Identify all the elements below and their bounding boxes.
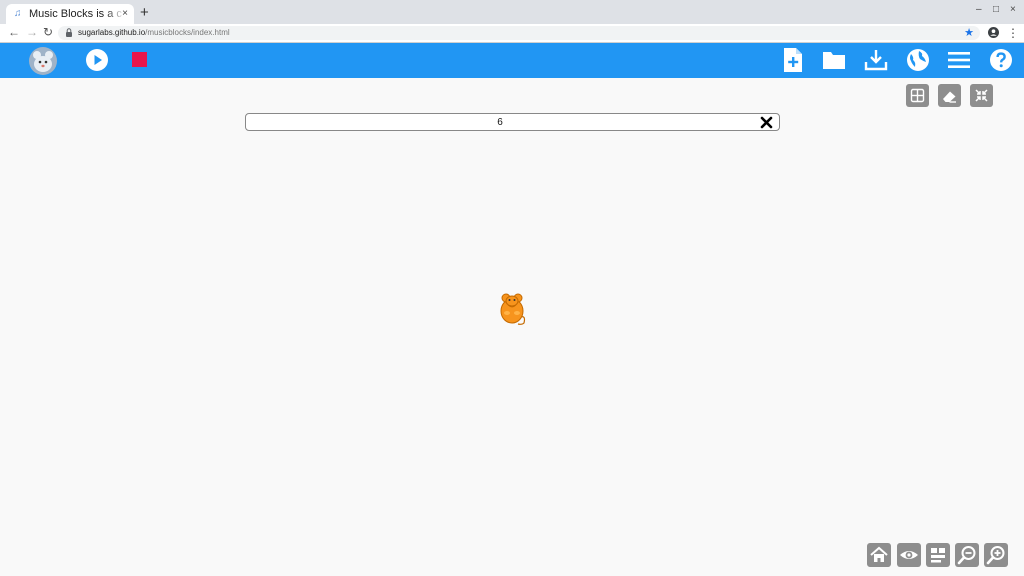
app-header	[0, 43, 1024, 78]
home-icon	[870, 546, 888, 562]
collapse-icon	[975, 89, 988, 102]
mouse-logo-icon[interactable]	[27, 46, 59, 76]
mouse-turtle-icon[interactable]	[498, 291, 528, 325]
help-icon[interactable]	[989, 48, 1013, 72]
tab-title: Music Blocks is a c	[29, 8, 122, 20]
url-path: /musicblocks/index.html	[145, 28, 230, 37]
url-text: sugarlabs.github.io/musicblocks/index.ht…	[78, 27, 230, 39]
block-search-input[interactable]	[250, 115, 750, 129]
collapse-button[interactable]	[970, 84, 993, 107]
clear-button[interactable]	[938, 84, 961, 107]
browser-window: ♫ Music Blocks is a c × + – □ × ← → ↻ su…	[0, 0, 1024, 576]
address-bar[interactable]: sugarlabs.github.io/musicblocks/index.ht…	[58, 26, 980, 40]
tab-musicblocks[interactable]: ♫ Music Blocks is a c ×	[6, 4, 134, 24]
close-search-icon[interactable]	[760, 116, 773, 129]
grid-icon	[910, 88, 925, 103]
browser-toolbar: ← → ↻ sugarlabs.github.io/musicblocks/in…	[0, 24, 1024, 43]
url-host: sugarlabs.github.io	[78, 28, 146, 37]
forward-arrow-icon[interactable]: →	[26, 25, 38, 39]
lock-icon	[66, 28, 72, 37]
open-folder-icon[interactable]	[822, 49, 846, 71]
window-maximize-button[interactable]: □	[993, 4, 999, 15]
language-globe-icon[interactable]	[906, 48, 930, 72]
zoom-in-icon	[986, 546, 1005, 565]
profile-icon[interactable]	[988, 27, 999, 38]
bookmark-star-icon[interactable]: ★	[964, 26, 974, 39]
eraser-icon	[943, 91, 956, 103]
block-collapse-icon	[931, 548, 945, 563]
new-tab-button[interactable]: +	[140, 5, 149, 21]
zoom-in-button[interactable]	[984, 543, 1008, 567]
new-file-icon[interactable]	[782, 47, 804, 73]
zoom-out-icon	[957, 546, 976, 565]
menu-icon[interactable]	[948, 51, 970, 69]
musicblocks-favicon-icon: ♫	[14, 8, 22, 19]
window-close-button[interactable]: ×	[1010, 4, 1016, 15]
window-minimize-button[interactable]: –	[976, 4, 982, 15]
stop-icon[interactable]	[132, 52, 147, 67]
grid-button[interactable]	[906, 84, 929, 107]
collapse-blocks-button[interactable]	[926, 543, 950, 567]
tab-close-icon[interactable]: ×	[122, 8, 128, 19]
block-search-bar	[245, 113, 780, 131]
play-icon[interactable]	[85, 48, 109, 72]
zoom-out-button[interactable]	[955, 543, 979, 567]
eye-icon	[900, 551, 918, 559]
home-button[interactable]	[867, 543, 891, 567]
save-download-icon[interactable]	[864, 48, 888, 72]
music-canvas[interactable]	[0, 78, 1024, 576]
reload-icon[interactable]: ↻	[43, 25, 53, 39]
show-hide-blocks-button[interactable]	[897, 543, 921, 567]
browser-menu-icon[interactable]: ⋮	[1007, 26, 1019, 40]
back-arrow-icon[interactable]: ←	[8, 25, 20, 39]
tab-strip: ♫ Music Blocks is a c × + – □ ×	[0, 0, 1024, 24]
